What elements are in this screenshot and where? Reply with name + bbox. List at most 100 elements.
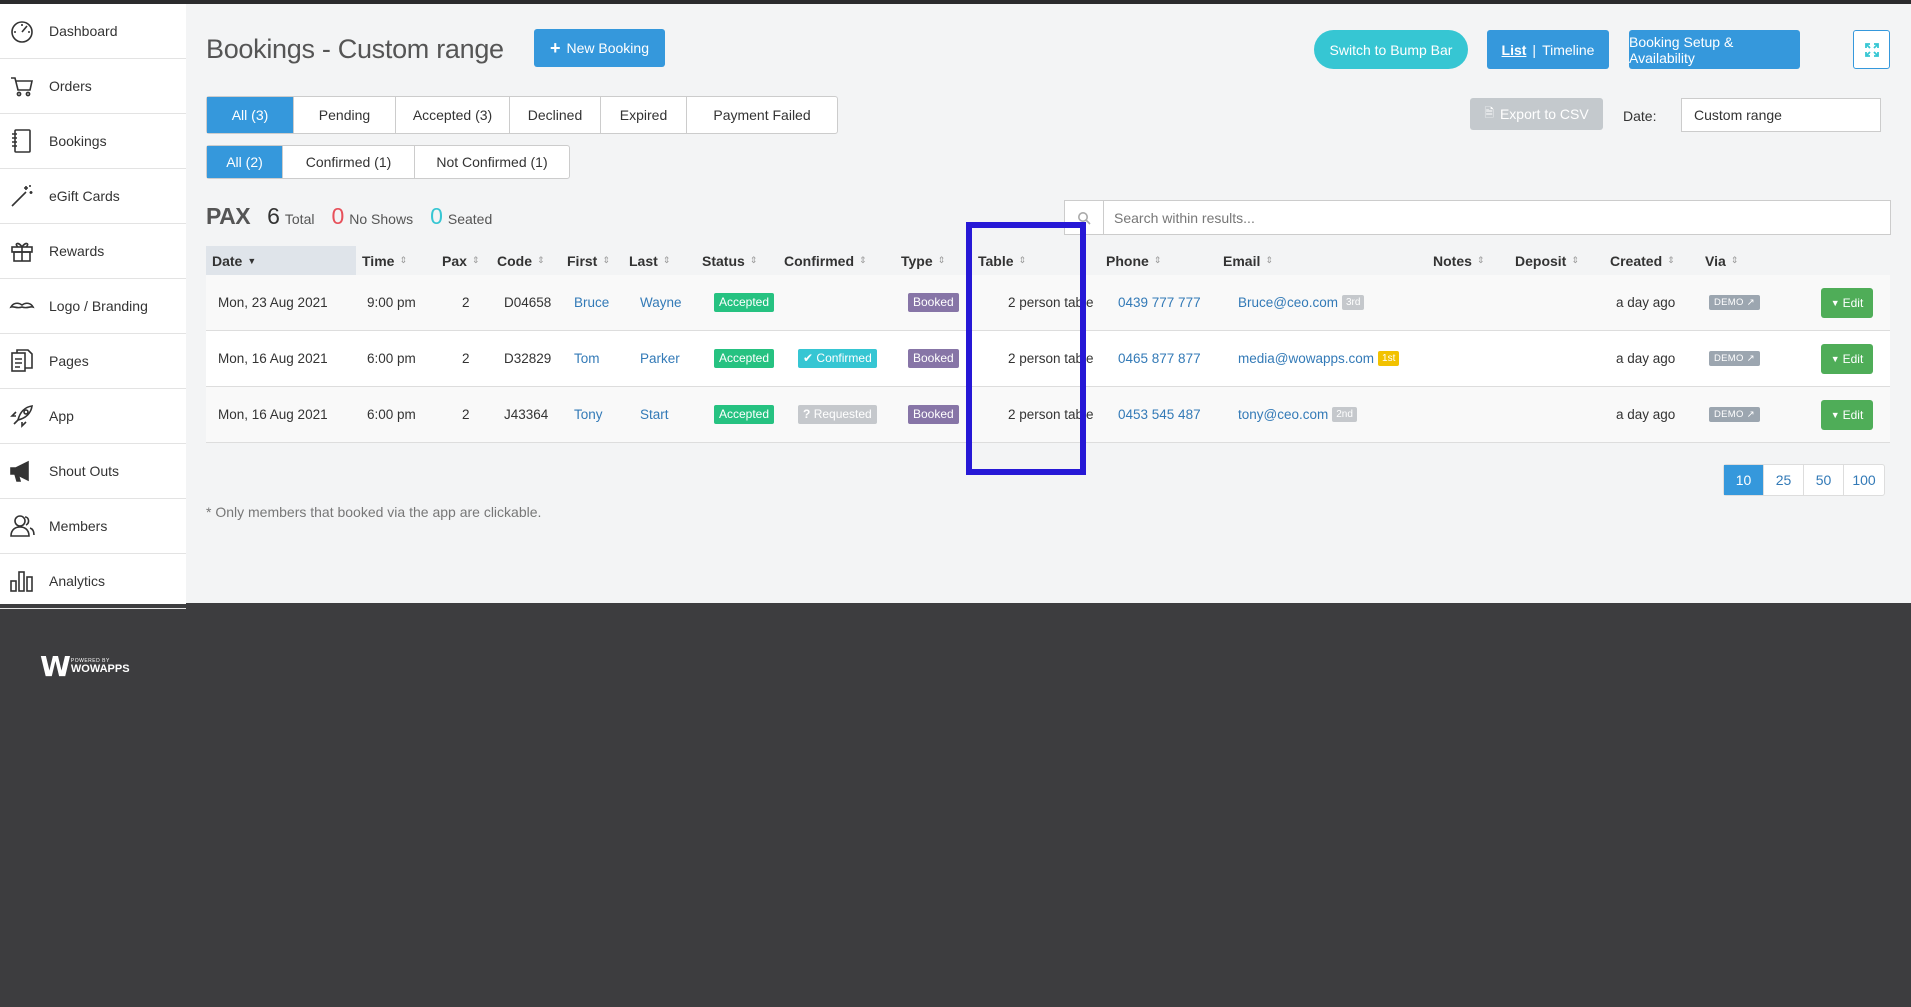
list-view-link[interactable]: List <box>1502 42 1527 58</box>
plus-icon: + <box>549 37 561 58</box>
column-header-deposit[interactable]: Deposit ⇕ <box>1509 246 1604 275</box>
sidebar-item-label: App <box>49 408 74 424</box>
cell-phone-link[interactable]: 0439 777 777 <box>1118 275 1201 330</box>
sort-icon: ⇕ <box>1730 255 1739 265</box>
tab-all[interactable]: All (3) <box>207 97 294 133</box>
requested-badge: ? Requested <box>798 404 877 425</box>
magic-wand-icon <box>11 185 33 207</box>
cell-email-link[interactable]: media@wowapps.com <box>1238 351 1374 366</box>
column-header-created[interactable]: Created ⇕ <box>1604 246 1699 275</box>
search-box <box>1064 200 1891 235</box>
cell-phone-link[interactable]: 0465 877 877 <box>1118 331 1201 386</box>
column-header-table[interactable]: Table ⇕ <box>972 246 1102 275</box>
external-link-icon: ↗ <box>1746 353 1755 364</box>
page-size-selector: 10 25 50 100 <box>1723 464 1885 496</box>
new-booking-button[interactable]: + New Booking <box>534 29 665 67</box>
page-size-25[interactable]: 25 <box>1764 465 1804 495</box>
sidebar-item-rewards[interactable]: Rewards <box>0 224 186 279</box>
sidebar-item-orders[interactable]: Orders <box>0 59 186 114</box>
sidebar-item-label: Members <box>49 518 108 534</box>
column-header-code[interactable]: Code ⇕ <box>491 246 561 275</box>
type-badge: Booked <box>908 292 959 313</box>
via-demo-badge[interactable]: DEMO ↗ <box>1709 295 1760 310</box>
via-demo-badge[interactable]: DEMO ↗ <box>1709 407 1760 422</box>
visit-count-badge: 2nd <box>1332 407 1357 422</box>
cell-first-name-link[interactable]: Tom <box>574 331 600 386</box>
tab-expired[interactable]: Expired <box>601 97 687 133</box>
column-header-email[interactable]: Email ⇕ <box>1217 246 1427 275</box>
cell-last-name-link[interactable]: Wayne <box>640 275 682 330</box>
chevron-down-icon: ▼ <box>1830 353 1840 364</box>
column-header-via[interactable]: Via ⇕ <box>1699 246 1779 275</box>
date-range-input[interactable]: Custom range <box>1681 98 1881 132</box>
notebook-icon <box>12 129 31 153</box>
edit-button[interactable]: ▼ Edit <box>1821 399 1873 430</box>
sidebar-item-pages[interactable]: Pages <box>0 334 186 389</box>
tab-pending[interactable]: Pending <box>294 97 396 133</box>
tab-confirmed[interactable]: Confirmed (1) <box>283 146 415 178</box>
tab-declined[interactable]: Declined <box>510 97 601 133</box>
sidebar-item-label: Bookings <box>49 133 107 149</box>
sidebar-item-app[interactable]: App <box>0 389 186 444</box>
tab-confirm-all[interactable]: All (2) <box>207 146 283 178</box>
cell-email-link[interactable]: tony@ceo.com <box>1238 407 1328 422</box>
chevron-down-icon: ▼ <box>1830 297 1840 308</box>
sidebar-item-label: Shout Outs <box>49 463 120 479</box>
timeline-view-link[interactable]: Timeline <box>1542 42 1594 58</box>
column-header-status[interactable]: Status ⇕ <box>696 246 778 275</box>
sidebar-item-analytics[interactable]: Analytics <box>0 554 186 609</box>
cell-first-name-link[interactable]: Bruce <box>574 275 609 330</box>
sidebar-item-shout-outs[interactable]: Shout Outs <box>0 444 186 499</box>
pax-label: PAX <box>206 203 251 229</box>
column-header-type[interactable]: Type ⇕ <box>895 246 977 275</box>
view-separator: | <box>1532 41 1537 58</box>
column-header-first[interactable]: First ⇕ <box>561 246 623 275</box>
powered-by-brand: WOWAPPS <box>70 662 130 675</box>
sort-icon: ⇕ <box>602 255 610 265</box>
sort-icon: ⇕ <box>1265 255 1273 265</box>
sidebar-item-logo-branding[interactable]: Logo / Branding <box>0 279 186 334</box>
cell-phone-link[interactable]: 0453 545 487 <box>1118 387 1201 442</box>
column-header-date[interactable]: Date ▼ <box>206 246 356 275</box>
file-icon: 🗎 <box>1484 105 1494 120</box>
tab-not-confirmed[interactable]: Not Confirmed (1) <box>415 146 569 178</box>
cell-first-name-link[interactable]: Tony <box>574 387 603 442</box>
tab-accepted[interactable]: Accepted (3) <box>396 97 510 133</box>
cell-email-link[interactable]: Bruce@ceo.com <box>1238 295 1338 310</box>
status-badge: Accepted <box>714 348 775 369</box>
booking-setup-button[interactable]: Booking Setup & Availability <box>1629 30 1800 69</box>
tab-payment-failed[interactable]: Payment Failed <box>687 97 837 133</box>
switch-bump-bar-button[interactable]: Switch to Bump Bar <box>1314 30 1468 69</box>
page-size-10[interactable]: 10 <box>1724 465 1764 495</box>
status-badge: Accepted <box>714 292 775 313</box>
column-header-last[interactable]: Last ⇕ <box>623 246 696 275</box>
export-csv-button[interactable]: 🗎 Export to CSV <box>1470 98 1603 130</box>
pages-icon <box>11 349 33 372</box>
pax-noshows-count: 0 <box>331 203 345 229</box>
edit-button[interactable]: ▼ Edit <box>1821 343 1873 374</box>
page-size-100[interactable]: 100 <box>1844 465 1884 495</box>
column-header-phone[interactable]: Phone ⇕ <box>1100 246 1217 275</box>
search-input[interactable] <box>1104 201 1890 234</box>
type-badge: Booked <box>908 404 959 425</box>
sidebar-item-egift-cards[interactable]: eGift Cards <box>0 169 186 224</box>
sidebar-item-members[interactable]: Members <box>0 499 186 554</box>
cell-time: 6:00 pm <box>367 407 416 422</box>
column-header-notes[interactable]: Notes ⇕ <box>1427 246 1507 275</box>
visit-count-badge: 1st <box>1378 351 1400 366</box>
cell-last-name-link[interactable]: Start <box>640 387 669 442</box>
page-size-50[interactable]: 50 <box>1804 465 1844 495</box>
cell-last-name-link[interactable]: Parker <box>640 331 680 386</box>
new-booking-label: New Booking <box>566 40 650 56</box>
column-header-confirmed[interactable]: Confirmed ⇕ <box>778 246 880 275</box>
edit-button[interactable]: ▼ Edit <box>1821 287 1873 318</box>
fullscreen-button[interactable] <box>1853 30 1890 69</box>
column-header-pax[interactable]: Pax ⇕ <box>436 246 491 275</box>
sort-icon: ⇕ <box>859 255 867 265</box>
cell-date: Mon, 16 Aug 2021 <box>218 351 328 366</box>
sidebar-item-bookings[interactable]: Bookings <box>0 114 186 169</box>
sort-desc-icon: ▼ <box>247 255 257 266</box>
column-header-time[interactable]: Time ⇕ <box>356 246 436 275</box>
sidebar-item-dashboard[interactable]: Dashboard <box>0 4 186 59</box>
via-demo-badge[interactable]: DEMO ↗ <box>1709 351 1760 366</box>
